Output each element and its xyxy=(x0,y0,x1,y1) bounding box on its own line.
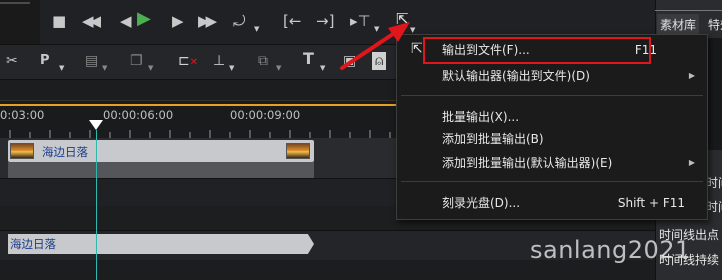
copy-icon[interactable]: ❐ xyxy=(130,52,143,70)
playhead-line[interactable] xyxy=(96,130,97,280)
preset-dropdown-icon[interactable]: ▼ xyxy=(59,64,64,72)
next-frame-icon[interactable]: ▶ xyxy=(172,12,184,30)
ruler-ticks xyxy=(9,130,391,138)
clip-label: 海边日落 xyxy=(42,145,88,159)
title-dropdown-icon[interactable]: ▼ xyxy=(320,64,325,72)
rewind-icon[interactable]: ◀◀ xyxy=(82,12,101,30)
submenu-arrow-icon: ▶ xyxy=(688,71,695,80)
paste-dropdown-icon[interactable]: ▼ xyxy=(102,64,107,72)
fast-forward-icon[interactable]: ▶▶ xyxy=(198,12,217,30)
menu-item-label: 添加到批量输出(B) xyxy=(442,132,544,146)
scissors-icon[interactable]: ✂ xyxy=(6,52,18,70)
ruler-tick-label: 00:00:06:00 xyxy=(103,108,174,122)
align-icon[interactable]: ⊥ xyxy=(213,52,225,70)
copy-dropdown-icon[interactable]: ▼ xyxy=(148,64,153,72)
tab-effects[interactable]: 特效 xyxy=(705,14,722,35)
loop-dropdown-icon[interactable]: ▼ xyxy=(254,25,259,33)
menu-item-add-to-batch[interactable]: 添加到批量输出(B) xyxy=(397,129,707,149)
video-clip[interactable]: 海边日落 xyxy=(8,140,314,162)
set-in-point-icon[interactable]: [← xyxy=(283,12,301,30)
menu-item-label: 批量输出(X)... xyxy=(442,110,520,124)
title-text-icon[interactable]: T xyxy=(303,50,314,68)
property-label: 时间 xyxy=(706,176,722,190)
menu-item-burn-disc[interactable]: 刻录光盘(D)... Shift + F11 xyxy=(397,193,707,213)
menu-item-label: 刻录光盘(D)... xyxy=(442,196,521,210)
highlight-box xyxy=(423,37,651,64)
play-icon[interactable]: ▶ xyxy=(137,10,151,28)
clip-thumbnail-start xyxy=(10,143,34,159)
property-label: 时间 xyxy=(706,200,722,214)
toolbar-scroll-bar xyxy=(0,2,30,4)
menu-item-shortcut: Shift + F11 xyxy=(617,196,685,210)
menu-item-default-exporter[interactable]: 默认输出器(输出到文件)(D) ▶ xyxy=(397,66,707,86)
annotation-arrow-icon xyxy=(340,22,410,70)
title-clip[interactable]: 海边日落 xyxy=(8,234,314,254)
ruler-tick-label: 0:03:00 xyxy=(0,108,45,122)
menu-separator xyxy=(401,181,703,182)
menu-item-batch-export[interactable]: 批量输出(X)... xyxy=(397,107,707,127)
toolbar-left-block xyxy=(0,0,40,44)
align-dropdown-icon[interactable]: ▼ xyxy=(229,64,234,72)
menu-item-add-to-batch-default[interactable]: 添加到批量输出(默认输出器)(E) ▶ xyxy=(397,153,707,173)
group-icon[interactable]: ⧉ xyxy=(258,52,268,70)
clip-thumbnail-end xyxy=(286,143,310,159)
prev-frame-icon[interactable]: ◀ xyxy=(120,12,132,30)
tab-material-library[interactable]: 素材库 xyxy=(657,14,700,35)
watermark-text: sanlang2021 xyxy=(530,236,691,264)
clip-label: 海边日落 xyxy=(10,237,56,251)
menu-item-label: 添加到批量输出(默认输出器)(E) xyxy=(442,156,613,170)
ruler-range-bar xyxy=(0,104,396,106)
stop-icon[interactable]: ■ xyxy=(52,12,66,30)
preset-button[interactable]: P xyxy=(40,52,50,70)
panel-divider xyxy=(655,10,722,11)
submenu-arrow-icon: ▶ xyxy=(688,158,695,167)
loop-icon[interactable]: ⤾ xyxy=(233,12,246,30)
paste-icon[interactable]: ▤ xyxy=(85,52,98,70)
clip-audio-strip xyxy=(8,162,314,178)
menu-item-label: 默认输出器(输出到文件)(D) xyxy=(442,69,590,83)
menu-separator xyxy=(401,95,703,96)
group-dropdown-icon[interactable]: ▼ xyxy=(276,64,281,72)
ruler-tick-label: 00:00:09:00 xyxy=(230,108,301,122)
delete-clip-icon[interactable]: ⊏✕ xyxy=(178,52,198,72)
